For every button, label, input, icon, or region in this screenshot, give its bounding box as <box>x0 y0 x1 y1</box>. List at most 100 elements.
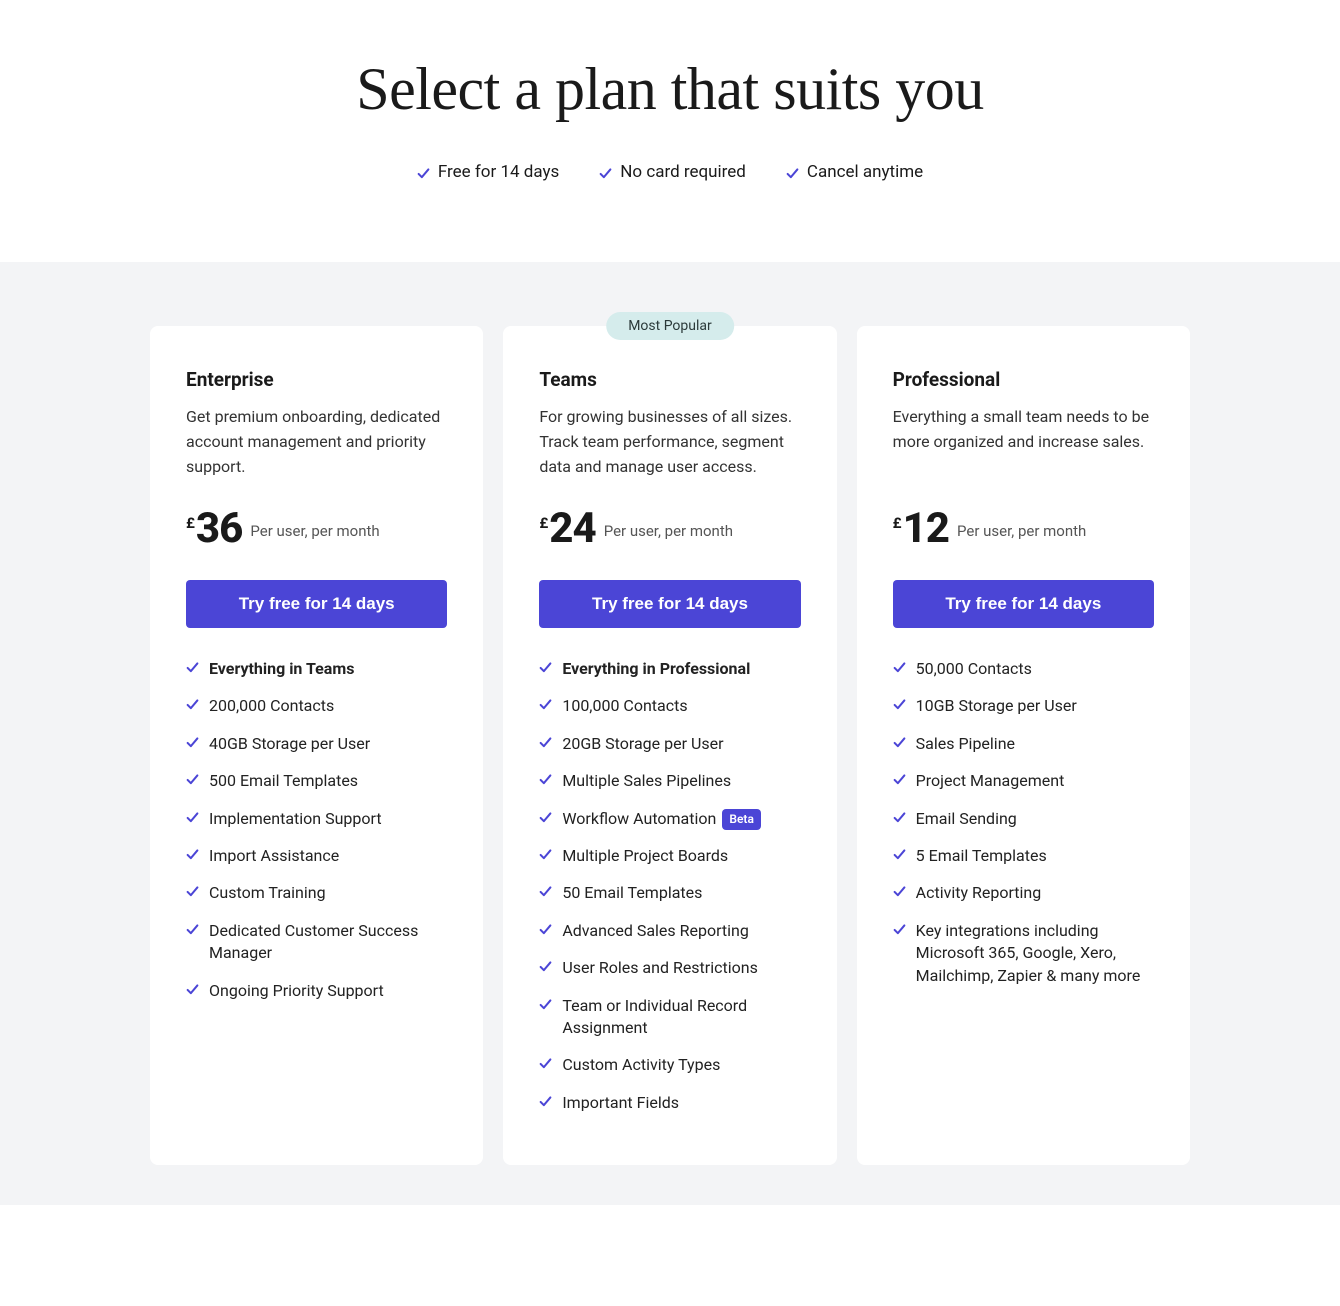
try-free-button[interactable]: Try free for 14 days <box>186 580 447 628</box>
check-icon <box>893 811 906 824</box>
feature-text: 50 Email Templates <box>562 882 702 904</box>
feature-text: Multiple Project Boards <box>562 845 728 867</box>
popular-badge: Most Popular <box>606 312 734 340</box>
hero-benefit: No card required <box>599 162 746 182</box>
feature-text: User Roles and Restrictions <box>562 957 758 979</box>
feature-item: 5 Email Templates <box>893 845 1154 867</box>
feature-item: Multiple Sales Pipelines <box>539 770 800 792</box>
feature-text: Workflow AutomationBeta <box>562 808 761 830</box>
feature-text: Activity Reporting <box>916 882 1042 904</box>
feature-text: Custom Training <box>209 882 326 904</box>
check-icon <box>417 167 430 180</box>
feature-item: Sales Pipeline <box>893 733 1154 755</box>
check-icon <box>539 811 552 824</box>
plan-name: Professional <box>893 368 1154 391</box>
try-free-button[interactable]: Try free for 14 days <box>539 580 800 628</box>
feature-item: 40GB Storage per User <box>186 733 447 755</box>
feature-text: Important Fields <box>562 1092 679 1114</box>
check-icon <box>186 698 199 711</box>
check-icon <box>186 736 199 749</box>
feature-text: 500 Email Templates <box>209 770 358 792</box>
feature-list: Everything in Teams 200,000 Contacts 40GB … <box>186 658 447 1002</box>
currency-symbol: £ <box>539 514 548 532</box>
price-unit: Per user, per month <box>604 522 733 540</box>
currency-symbol: £ <box>186 514 195 532</box>
check-icon <box>539 923 552 936</box>
price-amount: 12 <box>903 508 949 550</box>
price-row: £12Per user, per month <box>893 508 1154 550</box>
check-icon <box>893 661 906 674</box>
feature-item: Import Assistance <box>186 845 447 867</box>
page-title: Select a plan that suits you <box>20 55 1320 124</box>
feature-text: 5 Email Templates <box>916 845 1047 867</box>
feature-text: Ongoing Priority Support <box>209 980 384 1002</box>
feature-item: Project Management <box>893 770 1154 792</box>
feature-text: 100,000 Contacts <box>562 695 687 717</box>
plans-section: EnterpriseGet premium onboarding, dedica… <box>0 262 1340 1205</box>
feature-list: Everything in Professional 100,000 Contac… <box>539 658 800 1114</box>
check-icon <box>539 885 552 898</box>
check-icon <box>186 773 199 786</box>
feature-item: Email Sending <box>893 808 1154 830</box>
feature-text: Dedicated Customer Success Manager <box>209 920 447 965</box>
feature-item: Everything in Professional <box>539 658 800 680</box>
feature-item: Everything in Teams <box>186 658 447 680</box>
feature-text: Custom Activity Types <box>562 1054 720 1076</box>
feature-text: Import Assistance <box>209 845 339 867</box>
check-icon <box>539 698 552 711</box>
feature-text: 50,000 Contacts <box>916 658 1032 680</box>
feature-item: 200,000 Contacts <box>186 695 447 717</box>
check-icon <box>186 661 199 674</box>
check-icon <box>539 773 552 786</box>
feature-text: Project Management <box>916 770 1065 792</box>
feature-text: Everything in Professional <box>562 658 750 680</box>
feature-item: Custom Training <box>186 882 447 904</box>
feature-item: Activity Reporting <box>893 882 1154 904</box>
check-icon <box>786 167 799 180</box>
plan-description: For growing businesses of all sizes. Tra… <box>539 405 800 480</box>
feature-item: Important Fields <box>539 1092 800 1114</box>
feature-item: Multiple Project Boards <box>539 845 800 867</box>
feature-list: 50,000 Contacts 10GB Storage per User Sale… <box>893 658 1154 987</box>
plan-name: Teams <box>539 368 800 391</box>
hero: Select a plan that suits you Free for 14… <box>0 0 1340 262</box>
price-amount: 36 <box>196 508 242 550</box>
price-row: £36Per user, per month <box>186 508 447 550</box>
hero-benefit-text: Free for 14 days <box>438 162 559 182</box>
hero-benefit: Free for 14 days <box>417 162 559 182</box>
feature-item: Implementation Support <box>186 808 447 830</box>
plan-description: Everything a small team needs to be more… <box>893 405 1154 480</box>
price-row: £24 Per user, per month <box>539 508 800 550</box>
feature-item: 50,000 Contacts <box>893 658 1154 680</box>
check-icon <box>893 848 906 861</box>
check-icon <box>539 960 552 973</box>
check-icon <box>539 848 552 861</box>
check-icon <box>893 736 906 749</box>
check-icon <box>186 811 199 824</box>
check-icon <box>539 661 552 674</box>
currency-symbol: £ <box>893 514 902 532</box>
feature-item: Ongoing Priority Support <box>186 980 447 1002</box>
feature-item: User Roles and Restrictions <box>539 957 800 979</box>
feature-text: Advanced Sales Reporting <box>562 920 749 942</box>
check-icon <box>186 848 199 861</box>
hero-benefits: Free for 14 days No card required Cancel a… <box>20 162 1320 182</box>
check-icon <box>186 983 199 996</box>
price-amount: 24 <box>549 508 595 550</box>
hero-benefit-text: Cancel anytime <box>807 162 923 182</box>
feature-item: 50 Email Templates <box>539 882 800 904</box>
plan-card-teams: Most PopularTeamsFor growing businesses … <box>503 326 836 1165</box>
plan-description: Get premium onboarding, dedicated accoun… <box>186 405 447 480</box>
feature-item: Key integrations including Microsoft 365… <box>893 920 1154 987</box>
plan-card-enterprise: EnterpriseGet premium onboarding, dedica… <box>150 326 483 1165</box>
feature-text: 10GB Storage per User <box>916 695 1077 717</box>
try-free-button[interactable]: Try free for 14 days <box>893 580 1154 628</box>
check-icon <box>599 167 612 180</box>
hero-benefit: Cancel anytime <box>786 162 923 182</box>
check-icon <box>539 736 552 749</box>
feature-text: Email Sending <box>916 808 1017 830</box>
feature-text: 200,000 Contacts <box>209 695 334 717</box>
hero-benefit-text: No card required <box>620 162 746 182</box>
check-icon <box>186 885 199 898</box>
feature-text: 20GB Storage per User <box>562 733 723 755</box>
